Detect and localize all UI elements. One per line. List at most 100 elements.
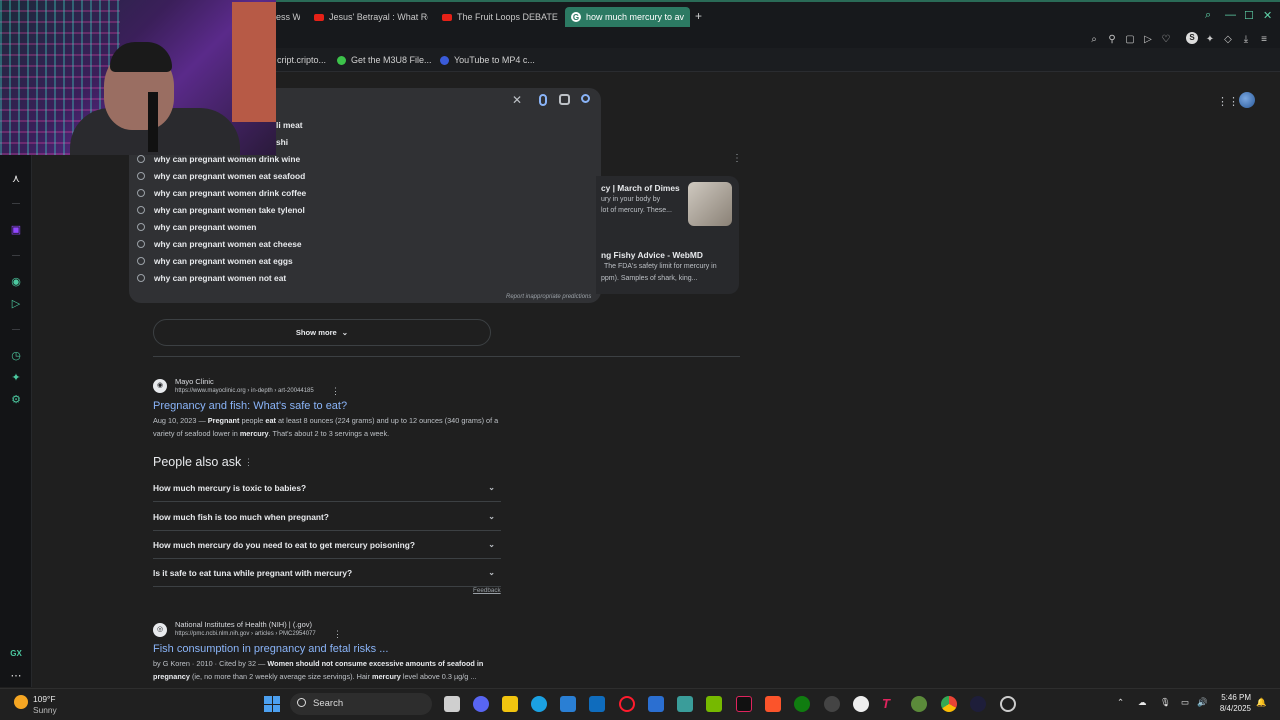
app-icon[interactable] — [677, 696, 693, 712]
result-1-site[interactable]: Mayo Clinic — [175, 377, 214, 386]
suggestion-item[interactable]: why can pregnant women drink coffee — [137, 186, 306, 200]
history-icon[interactable]: ◷ — [9, 349, 23, 363]
tab-3[interactable]: The Fruit Loops DEBATE ℓ — [442, 7, 558, 27]
profile-avatar[interactable]: S — [1186, 32, 1198, 44]
suggestion-item[interactable]: shi — [276, 135, 288, 149]
close-window-icon[interactable]: ✕ — [1263, 9, 1272, 22]
tab-2[interactable]: Jesus' Betrayal : What Re — [314, 7, 428, 27]
search-tabs-icon[interactable]: ⌕ — [1205, 9, 1211, 22]
result-2-url[interactable]: https://pmc.ncbi.nlm.nih.gov › articles … — [175, 631, 316, 637]
weather-sun-icon[interactable] — [14, 695, 28, 709]
paa-question-2[interactable]: How much fish is too much when pregnant?… — [153, 503, 501, 531]
zoom-icon[interactable]: ⌕ — [1088, 34, 1100, 46]
mic-tray-icon[interactable]: 🎙 — [1160, 697, 1171, 708]
player-icon[interactable]: ▷ — [1142, 34, 1154, 46]
vpn-icon[interactable]: ◇ — [1222, 34, 1234, 46]
tiktok-icon[interactable] — [736, 696, 752, 712]
suggestion-label: why can pregnant women not eat — [154, 273, 287, 283]
card-item-2-title[interactable]: ng Fishy Advice - WebMD — [601, 250, 703, 260]
extensions-sidebar-icon[interactable]: ✦ — [9, 371, 23, 385]
bookmark-3[interactable]: YouTube to MP4 c... — [440, 55, 535, 65]
twitch-icon[interactable]: ▣ — [9, 223, 23, 237]
tab-1[interactable]: ess W — [276, 7, 300, 27]
tab-4-active[interactable]: Ghow much mercury to av — [565, 7, 690, 27]
suggestion-item[interactable]: why can pregnant women eat seafood — [137, 169, 305, 183]
result-1-url[interactable]: https://www.mayoclinic.org › in-depth › … — [175, 388, 314, 394]
more-icon[interactable]: ⋯ — [9, 669, 23, 683]
extensions-icon[interactable]: ✦ — [1204, 34, 1216, 46]
bookmark-1[interactable]: cript.cripto... — [277, 55, 326, 65]
typora-icon[interactable]: T — [882, 696, 898, 712]
edge-icon[interactable] — [531, 696, 547, 712]
obs-icon[interactable] — [824, 696, 840, 712]
bookmark-pin-icon[interactable]: ⚲ — [1106, 34, 1118, 46]
result-2-site[interactable]: National Institutes of Health (NIH) | (.… — [175, 620, 312, 629]
network-icon[interactable]: ▭ — [1181, 697, 1189, 707]
maximize-icon[interactable]: ☐ — [1244, 9, 1254, 22]
suggestion-item[interactable]: why can pregnant women — [137, 220, 256, 234]
account-avatar[interactable] — [1239, 92, 1255, 108]
settings-icon[interactable]: ⚙ — [9, 393, 23, 407]
outlook-icon[interactable] — [589, 696, 605, 712]
start-button[interactable] — [264, 696, 280, 712]
taskbar-search[interactable]: Search — [290, 693, 432, 715]
photos-icon[interactable] — [648, 696, 664, 712]
aria-icon[interactable]: ⋏ — [9, 172, 23, 186]
paa-kebab-icon[interactable]: ⋮ — [244, 457, 253, 468]
paa-question-4[interactable]: Is it safe to eat tuna while pregnant wi… — [153, 559, 501, 587]
opera-gx-icon[interactable] — [619, 696, 635, 712]
google-apps-icon[interactable]: ⋮⋮ — [1217, 95, 1239, 108]
suggestion-item[interactable]: li meat — [276, 118, 303, 132]
send-icon[interactable]: ▷ — [9, 297, 23, 311]
result-1-kebab-icon[interactable]: ⋮ — [331, 386, 340, 397]
new-tab-button[interactable]: + — [695, 9, 702, 23]
card-item-1-title[interactable]: cy | March of Dimes — [601, 183, 680, 193]
bookmark-2[interactable]: Get the M3U8 File... — [337, 55, 432, 65]
arrow-app-icon[interactable] — [970, 696, 986, 712]
download-icon[interactable]: ⤓ — [1240, 34, 1252, 46]
minimize-icon[interactable]: — — [1225, 9, 1236, 21]
chevron-down-icon: ⌄ — [488, 483, 495, 492]
app-avatar-icon[interactable] — [911, 696, 927, 712]
snapshot-icon[interactable]: ▢ — [1124, 34, 1136, 46]
gx-icon[interactable]: GX — [9, 647, 23, 661]
store-icon[interactable] — [560, 696, 576, 712]
show-more-button[interactable]: Show more ⌄ — [153, 319, 491, 346]
settings-app-icon[interactable] — [1000, 696, 1016, 712]
clear-search-icon[interactable]: ✕ — [512, 93, 522, 107]
file-explorer-icon[interactable] — [502, 696, 518, 712]
system-clock[interactable]: 5:46 PM 8/4/2025 — [1203, 692, 1251, 714]
suggestion-item[interactable]: why can pregnant women take tylenol — [137, 203, 305, 217]
report-predictions-link[interactable]: Report inappropriate predictions — [506, 294, 591, 300]
suggestion-item[interactable]: why can pregnant women not eat — [137, 271, 286, 285]
result-2-title[interactable]: Fish consumption in pregnancy and fetal … — [153, 643, 388, 655]
suggestion-item[interactable]: why can pregnant women eat cheese — [137, 237, 302, 251]
suggestion-item[interactable]: why can pregnant women eat eggs — [137, 254, 293, 268]
weather-temp[interactable]: 109°F — [33, 694, 55, 704]
voice-search-icon[interactable] — [539, 94, 547, 106]
paa-question-1[interactable]: How much mercury is toxic to babies? ⌄ — [153, 474, 501, 502]
task-view-icon[interactable] — [444, 696, 460, 712]
card-thumbnail[interactable] — [688, 182, 732, 226]
brave-icon[interactable] — [765, 696, 781, 712]
snippet-text: people — [241, 416, 264, 425]
nvidia-icon[interactable] — [706, 696, 722, 712]
onedrive-icon[interactable]: ☁ — [1138, 697, 1146, 707]
feedback-link[interactable]: Feedback — [473, 587, 501, 594]
google-lens-icon[interactable] — [559, 94, 570, 105]
discord-icon[interactable] — [473, 696, 489, 712]
github-icon[interactable] — [853, 696, 869, 712]
more-options-icon[interactable]: ⋮ — [732, 153, 742, 164]
menu-icon[interactable]: ≡ — [1258, 34, 1270, 46]
heart-icon[interactable]: ♡ — [1160, 34, 1172, 46]
search-icon[interactable] — [581, 94, 590, 103]
result-1-title[interactable]: Pregnancy and fish: What's safe to eat? — [153, 400, 347, 412]
paa-question-3[interactable]: How much mercury do you need to eat to g… — [153, 531, 501, 559]
show-hidden-icons[interactable]: ⌃ — [1117, 697, 1124, 707]
google-icon: G — [571, 12, 581, 22]
chrome-icon[interactable] — [941, 696, 957, 712]
player-sidebar-icon[interactable]: ◉ — [9, 275, 23, 289]
notification-icon[interactable]: 🔔 — [1256, 697, 1266, 708]
result-2-kebab-icon[interactable]: ⋮ — [333, 629, 342, 640]
xbox-icon[interactable] — [794, 696, 810, 712]
